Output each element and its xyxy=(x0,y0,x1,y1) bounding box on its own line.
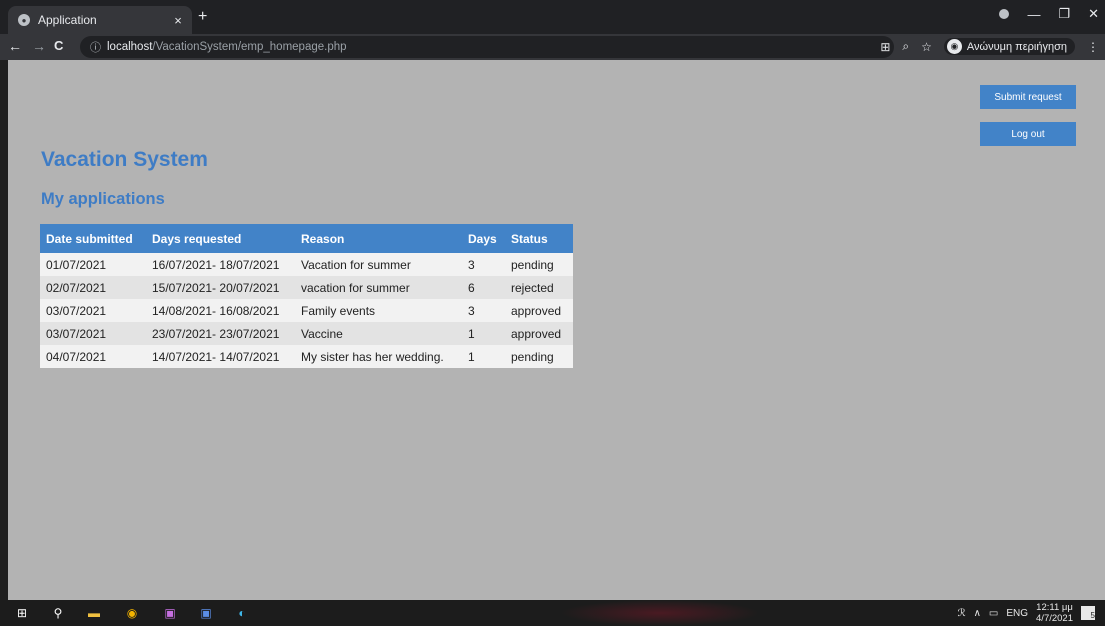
close-window-icon[interactable]: ✕ xyxy=(1088,6,1099,22)
cell-days-requested: 16/07/2021- 18/07/2021 xyxy=(146,253,295,276)
reload-icon[interactable]: C xyxy=(54,38,63,53)
cell-reason: Vacation for summer xyxy=(295,253,462,276)
cell-reason: Family events xyxy=(295,299,462,322)
incognito-icon: ◉ xyxy=(946,39,962,54)
back-icon[interactable]: ← xyxy=(8,38,22,54)
header-reason: Reason xyxy=(295,224,462,253)
applications-table: Date submitted Days requested Reason Day… xyxy=(40,224,573,368)
cell-reason: Vaccine xyxy=(295,322,462,345)
table-row: 02/07/2021 15/07/2021- 20/07/2021 vacati… xyxy=(40,276,573,299)
cell-reason: vacation for summer xyxy=(295,276,462,299)
bookmark-star-icon[interactable]: ☆ xyxy=(921,40,932,54)
table-header-row: Date submitted Days requested Reason Day… xyxy=(40,224,573,253)
cell-days: 3 xyxy=(462,253,505,276)
toolbar-actions: ⊞ ⌕ ☆ ◉ Ανώνυμη περιήγηση ⋮ xyxy=(880,38,1099,55)
zoom-icon[interactable]: ⌕ xyxy=(902,39,909,54)
browser-tab[interactable]: ● Application × xyxy=(8,6,192,34)
table-row: 01/07/2021 16/07/2021- 18/07/2021 Vacati… xyxy=(40,253,573,276)
cell-days: 1 xyxy=(462,322,505,345)
profile-icon[interactable] xyxy=(999,9,1010,19)
clock-time: 12:11 μμ xyxy=(1036,602,1073,613)
log-out-button[interactable]: Log out xyxy=(980,122,1076,146)
notification-count: 5 xyxy=(1090,611,1095,620)
page-viewport: Submit request Log out Vacation System M… xyxy=(8,60,1105,600)
cell-status: pending xyxy=(505,345,573,368)
restore-icon[interactable]: ❐ xyxy=(1058,6,1070,22)
browser-tab-bar: ● Application × + — ❐ ✕ xyxy=(0,0,1105,34)
clock[interactable]: 12:11 μμ 4/7/2021 xyxy=(1036,602,1073,624)
header-days-requested: Days requested xyxy=(146,224,295,253)
cell-status: approved xyxy=(505,299,573,322)
cell-days-requested: 15/07/2021- 20/07/2021 xyxy=(146,276,295,299)
browser-menu-icon[interactable]: ⋮ xyxy=(1087,40,1099,54)
file-explorer-icon[interactable]: ▬ xyxy=(86,605,102,621)
table-row: 04/07/2021 14/07/2021- 14/07/2021 My sis… xyxy=(40,345,573,368)
browser-toolbar: ← → C ⓘ localhost /VacationSystem/emp_ho… xyxy=(0,34,1105,60)
cell-date-submitted: 03/07/2021 xyxy=(40,322,146,345)
people-icon[interactable]: ℛ xyxy=(958,608,966,619)
minimize-icon[interactable]: — xyxy=(1027,7,1040,22)
cell-days: 3 xyxy=(462,299,505,322)
submit-request-button[interactable]: Submit request xyxy=(980,85,1076,109)
os-taskbar: ⊞ ⚲ ▬ ◉ ▣ ▣ ◐ ℛ ∧ ▭ ENG 12:11 μμ 4/7/202… xyxy=(0,600,1105,626)
cell-date-submitted: 04/07/2021 xyxy=(40,345,146,368)
info-icon[interactable]: ⓘ xyxy=(90,39,101,55)
notification-center-icon[interactable]: 5 xyxy=(1081,606,1095,620)
globe-icon: ● xyxy=(18,14,30,26)
cell-date-submitted: 02/07/2021 xyxy=(40,276,146,299)
tab-close-icon[interactable]: × xyxy=(170,13,186,28)
chrome-icon[interactable]: ◉ xyxy=(124,605,140,621)
language-indicator[interactable]: ENG xyxy=(1006,608,1028,619)
page-title: Vacation System xyxy=(41,148,208,171)
cell-status: pending xyxy=(505,253,573,276)
system-tray: ℛ ∧ ▭ ENG 12:11 μμ 4/7/2021 5 xyxy=(958,602,1095,624)
window-controls: — ❐ ✕ xyxy=(999,6,1099,22)
phpstorm-icon[interactable]: ▣ xyxy=(162,605,178,621)
url-host: localhost xyxy=(107,41,153,53)
network-icon[interactable]: ▭ xyxy=(989,608,998,619)
cell-reason: My sister has her wedding. xyxy=(295,345,462,368)
url-path: /VacationSystem/emp_homepage.php xyxy=(152,41,347,53)
forward-icon[interactable]: → xyxy=(32,38,46,54)
taskbar-wallpaper-glow xyxy=(560,600,760,626)
new-tab-icon[interactable]: + xyxy=(198,8,207,26)
incognito-profile-chip[interactable]: ◉ Ανώνυμη περιήγηση xyxy=(943,38,1075,55)
section-title: My applications xyxy=(41,190,165,208)
clock-date: 4/7/2021 xyxy=(1036,613,1073,624)
address-bar[interactable]: ⓘ localhost /VacationSystem/emp_homepage… xyxy=(80,36,894,58)
table-row: 03/07/2021 23/07/2021- 23/07/2021 Vaccin… xyxy=(40,322,573,345)
cell-date-submitted: 03/07/2021 xyxy=(40,299,146,322)
search-icon[interactable]: ⚲ xyxy=(50,605,66,621)
windows-start-icon[interactable]: ⊞ xyxy=(14,605,30,621)
cell-days: 6 xyxy=(462,276,505,299)
app-icon[interactable]: ▣ xyxy=(198,605,214,621)
cell-days-requested: 14/08/2021- 16/08/2021 xyxy=(146,299,295,322)
cell-days-requested: 23/07/2021- 23/07/2021 xyxy=(146,322,295,345)
profile-label: Ανώνυμη περιήγηση xyxy=(966,40,1067,53)
cell-status: approved xyxy=(505,322,573,345)
header-days: Days xyxy=(462,224,505,253)
cell-days: 1 xyxy=(462,345,505,368)
cell-status: rejected xyxy=(505,276,573,299)
cell-date-submitted: 01/07/2021 xyxy=(40,253,146,276)
table-row: 03/07/2021 14/08/2021- 16/08/2021 Family… xyxy=(40,299,573,322)
tab-title: Application xyxy=(38,13,97,27)
translate-icon[interactable]: ⊞ xyxy=(880,40,890,54)
header-date-submitted: Date submitted xyxy=(40,224,146,253)
edge-icon[interactable]: ◐ xyxy=(234,605,250,621)
header-status: Status xyxy=(505,224,573,253)
chevron-up-icon[interactable]: ∧ xyxy=(974,608,981,619)
cell-days-requested: 14/07/2021- 14/07/2021 xyxy=(146,345,295,368)
